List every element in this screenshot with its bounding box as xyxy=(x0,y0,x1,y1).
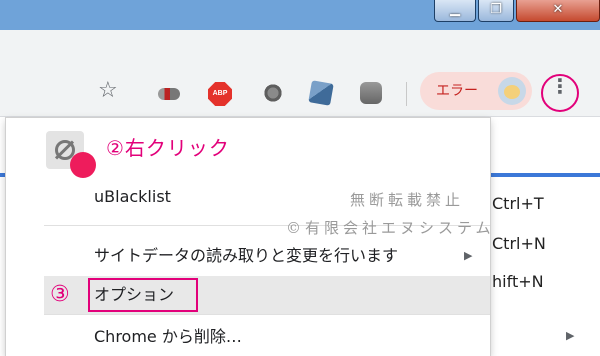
more-vert-icon: ⋮ xyxy=(550,74,570,98)
maximize-button[interactable]: ❐ xyxy=(478,0,514,22)
annotation-step2: ②右クリック xyxy=(106,136,230,160)
bookmark-star-icon[interactable]: ☆ xyxy=(98,80,118,102)
submenu-arrow-icon: ▶ xyxy=(566,329,575,342)
menu-item-label: uBlacklist xyxy=(94,187,171,206)
options-highlight-box xyxy=(88,278,198,312)
maximize-icon: ❐ xyxy=(490,2,502,17)
extension-camera-icon[interactable] xyxy=(158,88,180,100)
extension-gear-icon[interactable] xyxy=(262,82,284,104)
extension-brush-icon[interactable] xyxy=(308,80,334,106)
extension-camera2-icon[interactable] xyxy=(360,82,382,104)
menu-item-label: Chrome から削除… xyxy=(94,327,242,346)
menu-item-label: サイトデータの読み取りと変更を行います xyxy=(94,246,399,265)
toolbar-separator xyxy=(406,82,407,106)
profile-button[interactable]: エラー xyxy=(420,72,532,110)
profile-error-label: エラー xyxy=(436,83,478,99)
watermark-line2: ©有限会社エヌシステム xyxy=(286,219,495,237)
close-button[interactable]: ✕ xyxy=(516,0,600,22)
chrome-menu-button[interactable]: ⋮ xyxy=(541,74,579,112)
avatar xyxy=(498,77,526,105)
click-marker xyxy=(70,152,96,178)
adblock-plus-icon[interactable]: ABP xyxy=(208,82,232,106)
menu-item-remove[interactable]: Chrome から削除… xyxy=(44,318,490,356)
shortcut-new-window: Ctrl+N xyxy=(492,234,546,253)
minimize-icon: ▁ xyxy=(450,2,460,17)
minimize-button[interactable]: ▁ xyxy=(434,0,476,22)
annotation-step3: ③ xyxy=(50,282,70,307)
shortcut-new-tab: Ctrl+T xyxy=(492,194,544,213)
close-icon: ✕ xyxy=(552,2,564,17)
menu-item-site-access[interactable]: サイトデータの読み取りと変更を行います ▶ xyxy=(44,237,490,275)
menu-divider xyxy=(44,314,490,315)
shortcut-incognito: hift+N xyxy=(492,272,544,291)
submenu-arrow-icon: ▶ xyxy=(464,249,473,262)
watermark-line1: 無断転載禁止 xyxy=(350,191,465,209)
